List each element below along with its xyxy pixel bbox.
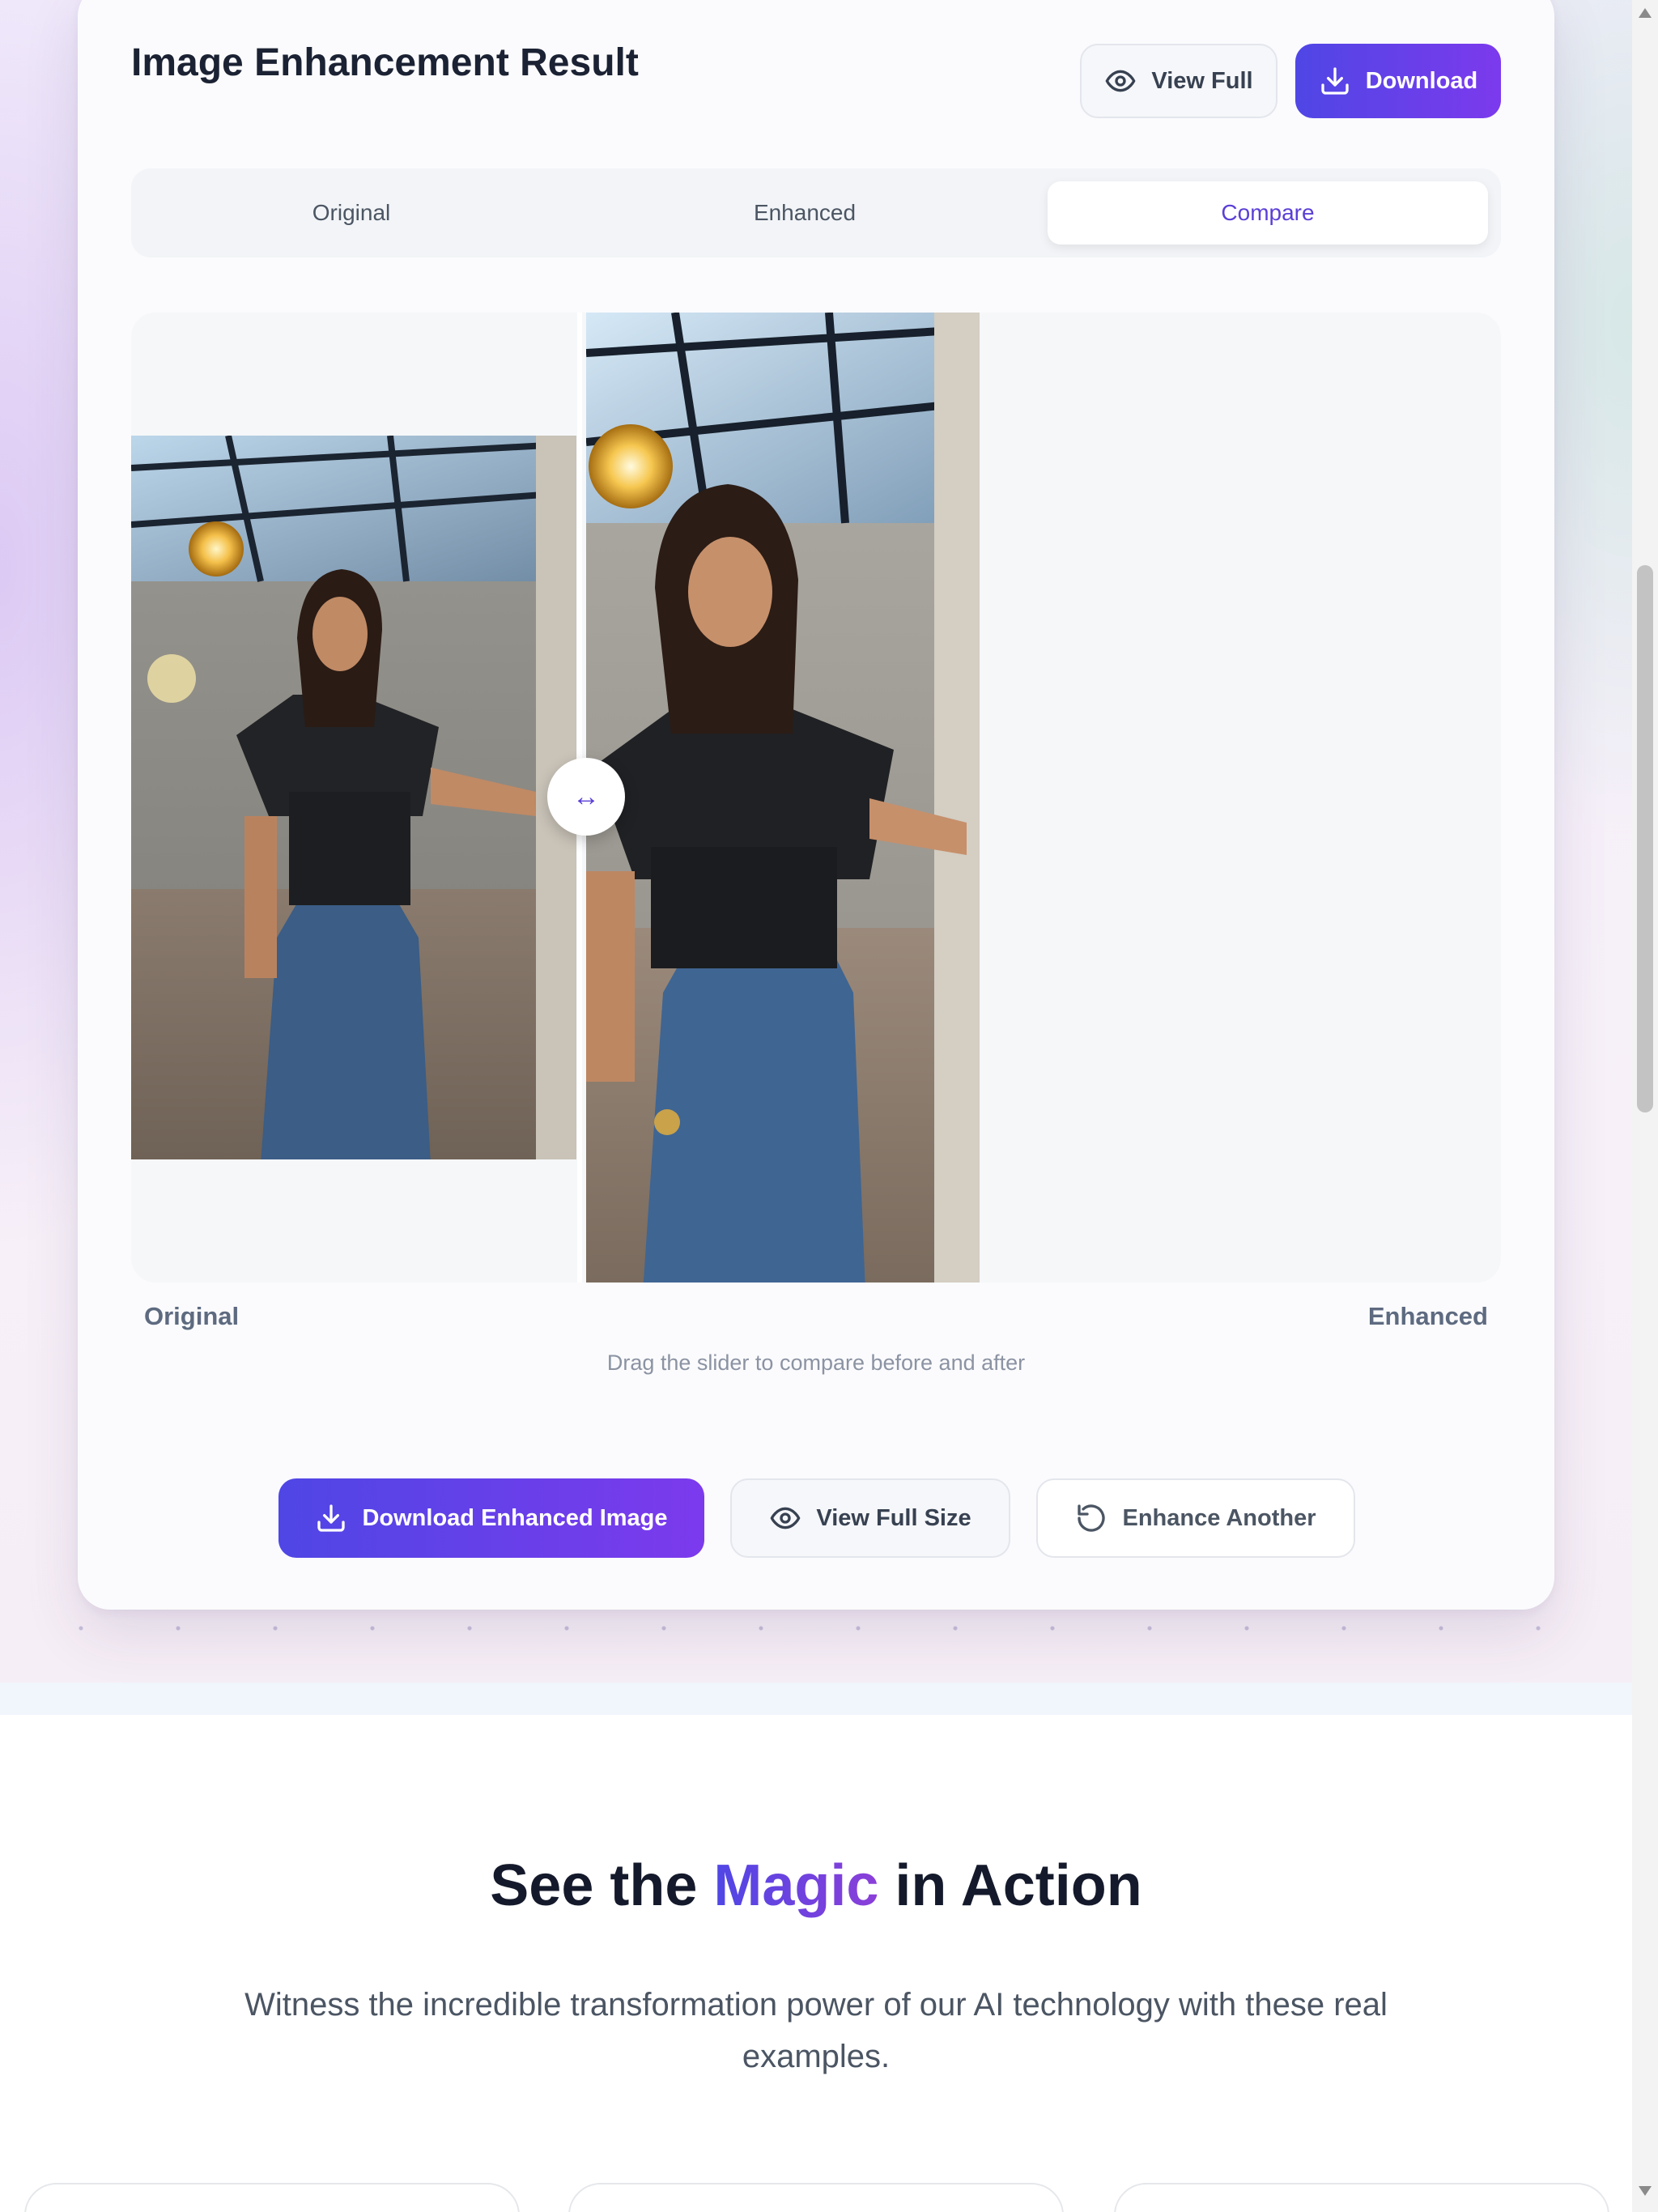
view-full-size-button[interactable]: View Full Size (730, 1478, 1010, 1558)
download-enhanced-button[interactable]: Download Enhanced Image (278, 1478, 704, 1558)
decorative-dot-row (0, 1624, 1632, 1632)
card-title: Image Enhancement Result (131, 41, 639, 84)
scroll-up-arrow-icon[interactable] (1639, 8, 1652, 18)
download-icon (1321, 67, 1349, 95)
showcase-title-before: See the (490, 1853, 714, 1918)
enhanced-image (586, 313, 980, 1283)
result-card: Image Enhancement Result View Full Downl… (78, 0, 1554, 1610)
example-card[interactable] (1114, 2183, 1609, 2212)
view-full-label: View Full (1151, 67, 1253, 94)
compare-label-original: Original (144, 1302, 240, 1330)
example-card[interactable] (24, 2183, 520, 2212)
download-icon (317, 1504, 346, 1532)
showcase-title-after: in Action (878, 1853, 1142, 1918)
view-full-size-label: View Full Size (816, 1504, 971, 1531)
showcase-section (0, 1715, 1632, 2212)
tab-enhanced[interactable]: Enhanced (585, 181, 1025, 245)
showcase-title-highlight: Magic (713, 1853, 879, 1918)
showcase-title: See the Magic in Action (0, 1853, 1632, 1919)
enhance-another-label: Enhance Another (1122, 1504, 1316, 1531)
refresh-icon (1078, 1504, 1106, 1532)
download-label: Download (1365, 67, 1478, 94)
showcase-subtitle: Witness the incredible transformation po… (244, 1987, 1388, 2074)
enhance-another-button[interactable]: Enhance Another (1036, 1478, 1355, 1558)
download-button[interactable]: Download (1295, 44, 1501, 118)
original-image (131, 436, 576, 1159)
tab-original[interactable]: Original (131, 181, 572, 245)
arrows-horizontal-icon[interactable]: ↔ (547, 758, 625, 836)
section-divider-band (0, 1682, 1632, 1715)
compare-label-enhanced: Enhanced (1367, 1302, 1488, 1330)
scroll-down-arrow-icon[interactable] (1639, 2186, 1652, 2196)
eye-icon (1106, 70, 1136, 92)
eye-icon (771, 1507, 801, 1529)
view-mode-tabs: Original Enhanced Compare (131, 168, 1501, 257)
compare-hint: Drag the slider to compare before and af… (606, 1351, 1026, 1375)
scrollbar-thumb[interactable] (1637, 565, 1653, 1112)
vertical-scrollbar[interactable] (1632, 0, 1658, 2212)
example-card[interactable] (568, 2183, 1064, 2212)
comparison-viewer[interactable]: ↔ (131, 313, 1501, 1283)
view-full-button[interactable]: View Full (1080, 44, 1278, 118)
download-enhanced-label: Download Enhanced Image (362, 1504, 668, 1531)
tab-compare[interactable]: Compare (1048, 181, 1488, 245)
